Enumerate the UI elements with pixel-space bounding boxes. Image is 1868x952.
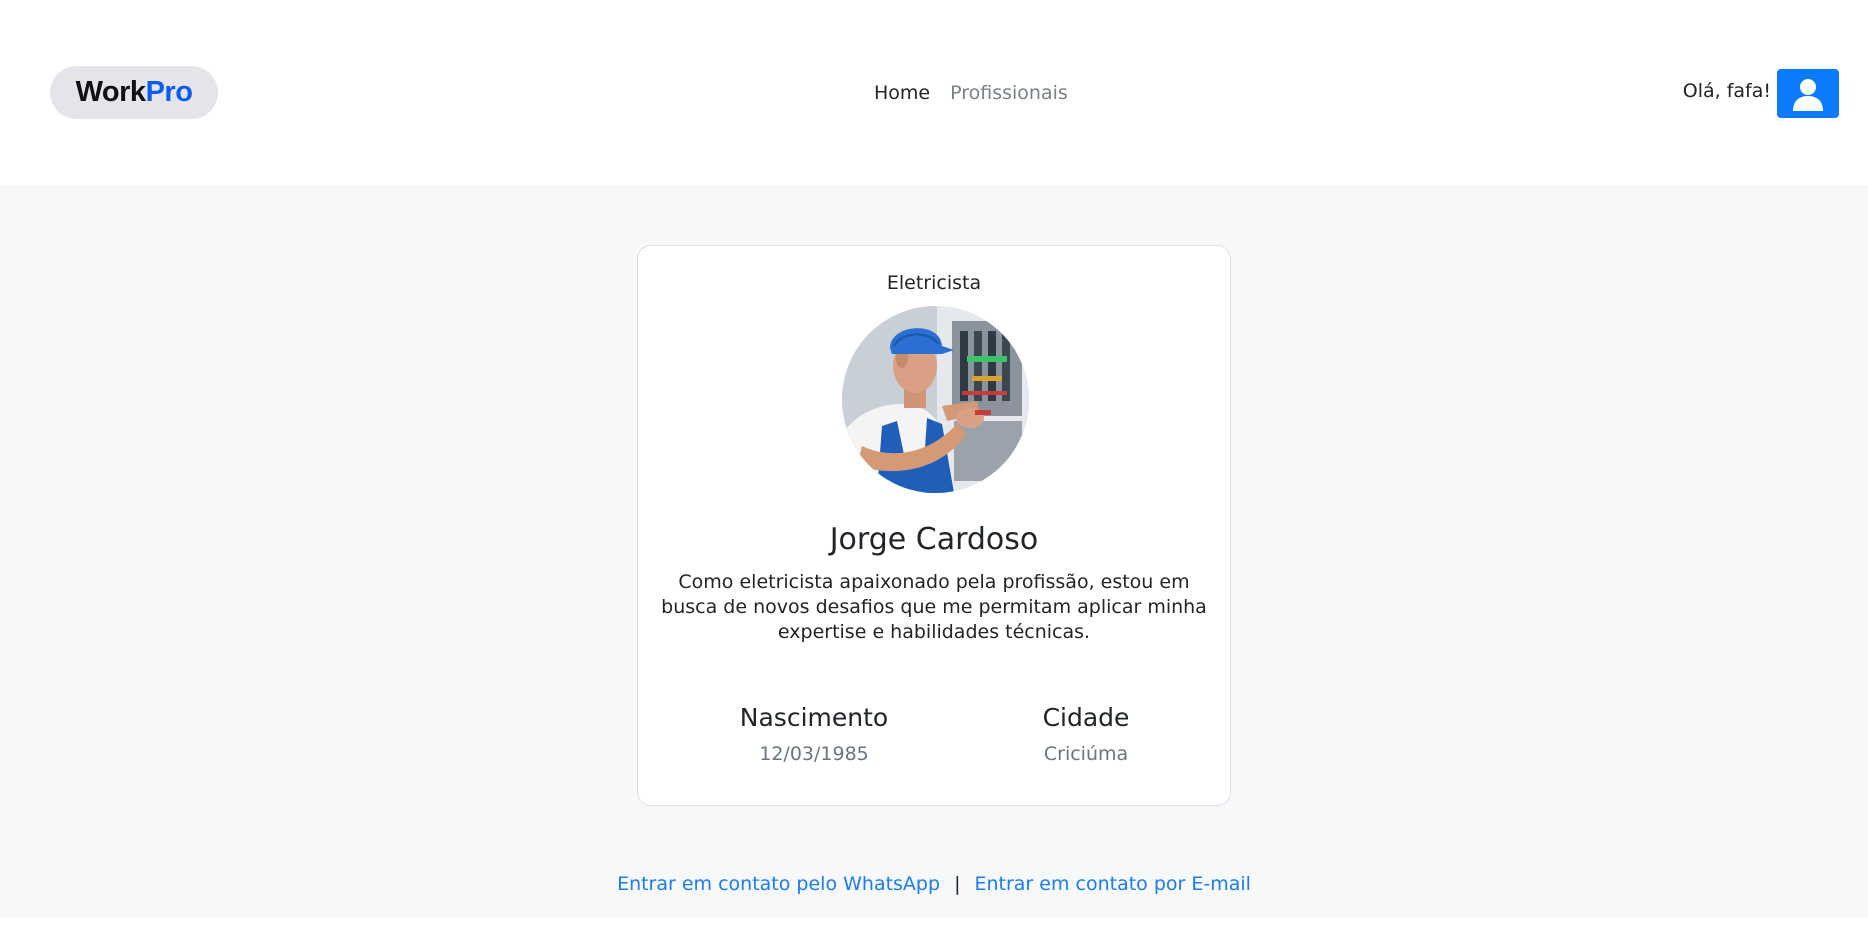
navbar: Work Pro Home Profissionais Olá, fafa! — [0, 0, 1868, 185]
main-content: Eletricista Jorge Cardoso Como eletricis… — [0, 185, 1868, 918]
user-icon — [1793, 78, 1823, 111]
nav-link-home[interactable]: Home — [874, 82, 930, 104]
contact-links: Entrar em contato pelo WhatsApp | Entrar e… — [0, 873, 1868, 895]
profession-title: Eletricista — [886, 272, 982, 294]
professional-name: Jorge Cardoso — [829, 522, 1039, 557]
city-label: Cidade — [1042, 703, 1130, 732]
nav-link-profissionais[interactable]: Profissionais — [950, 82, 1068, 104]
city-info: Cidade Criciúma — [966, 703, 1206, 765]
profile-card: Eletricista Jorge Cardoso Como eletricis… — [637, 245, 1231, 806]
nav-links: Home Profissionais — [874, 82, 1068, 104]
brand-name-part2: Pro — [145, 76, 193, 108]
whatsapp-contact-link[interactable]: Entrar em contato pelo WhatsApp — [617, 873, 940, 895]
birth-info: Nascimento 12/03/1985 — [694, 703, 934, 765]
birth-value: 12/03/1985 — [759, 743, 869, 765]
user-greeting: Olá, fafa! — [1682, 80, 1771, 102]
user-profile-button[interactable] — [1777, 69, 1839, 118]
professional-bio: Como eletricista apaixonado pela profiss… — [661, 571, 1207, 643]
contact-separator: | — [954, 873, 961, 895]
email-contact-link[interactable]: Entrar em contato por E-mail — [974, 873, 1250, 895]
profile-photo — [842, 306, 1029, 493]
city-value: Criciúma — [1043, 743, 1129, 765]
brand-name-part1: Work — [75, 76, 146, 108]
brand-logo[interactable]: Work Pro — [50, 66, 218, 119]
birth-label: Nascimento — [739, 703, 889, 732]
